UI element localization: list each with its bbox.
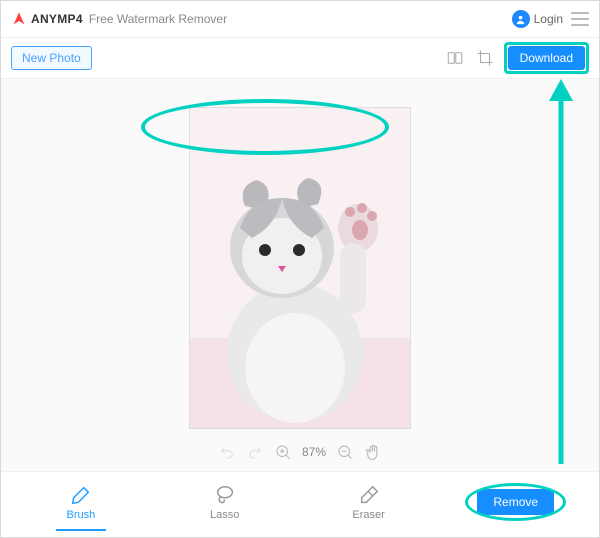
app-window: ANYMP4 Free Watermark Remover Login New … [0,0,600,538]
user-avatar-icon [512,10,530,28]
tool-lasso-label: Lasso [210,509,239,521]
tool-bar: Brush Lasso Eraser Remove [1,472,599,532]
photo-preview[interactable] [189,107,411,429]
crop-icon[interactable] [474,47,496,69]
annotation-arrow [541,79,581,471]
download-highlight: Download [504,42,589,74]
zoom-controls: 87% [218,443,382,461]
tool-brush-label: Brush [67,509,96,521]
header-bar: ANYMP4 Free Watermark Remover Login [1,1,599,38]
tool-eraser[interactable]: Eraser [334,484,404,521]
brand-logo: ANYMP4 [11,11,83,27]
editor-canvas: 87% [1,78,599,472]
action-bar: New Photo Download [1,38,599,78]
brand-name: ANYMP4 [31,12,83,26]
zoom-value: 87% [302,445,326,459]
zoom-in-icon[interactable] [274,443,292,461]
redo-icon[interactable] [246,443,264,461]
lasso-icon [214,484,236,506]
new-photo-button[interactable]: New Photo [11,46,92,70]
tool-brush[interactable]: Brush [46,484,116,521]
tool-eraser-label: Eraser [352,509,384,521]
app-title: Free Watermark Remover [89,12,227,26]
photo-content-icon [190,108,410,428]
download-button[interactable]: Download [508,46,585,70]
hamburger-menu-icon[interactable] [571,12,589,26]
compare-icon[interactable] [444,47,466,69]
zoom-out-icon[interactable] [336,443,354,461]
pan-hand-icon[interactable] [364,443,382,461]
remove-button[interactable]: Remove [477,489,554,515]
eraser-icon [358,484,380,506]
login-button[interactable]: Login [512,10,563,28]
tool-lasso[interactable]: Lasso [190,484,260,521]
undo-icon[interactable] [218,443,236,461]
remove-highlight: Remove [477,489,554,515]
logo-icon [11,11,27,27]
login-label: Login [534,12,563,26]
brush-icon [70,484,92,506]
